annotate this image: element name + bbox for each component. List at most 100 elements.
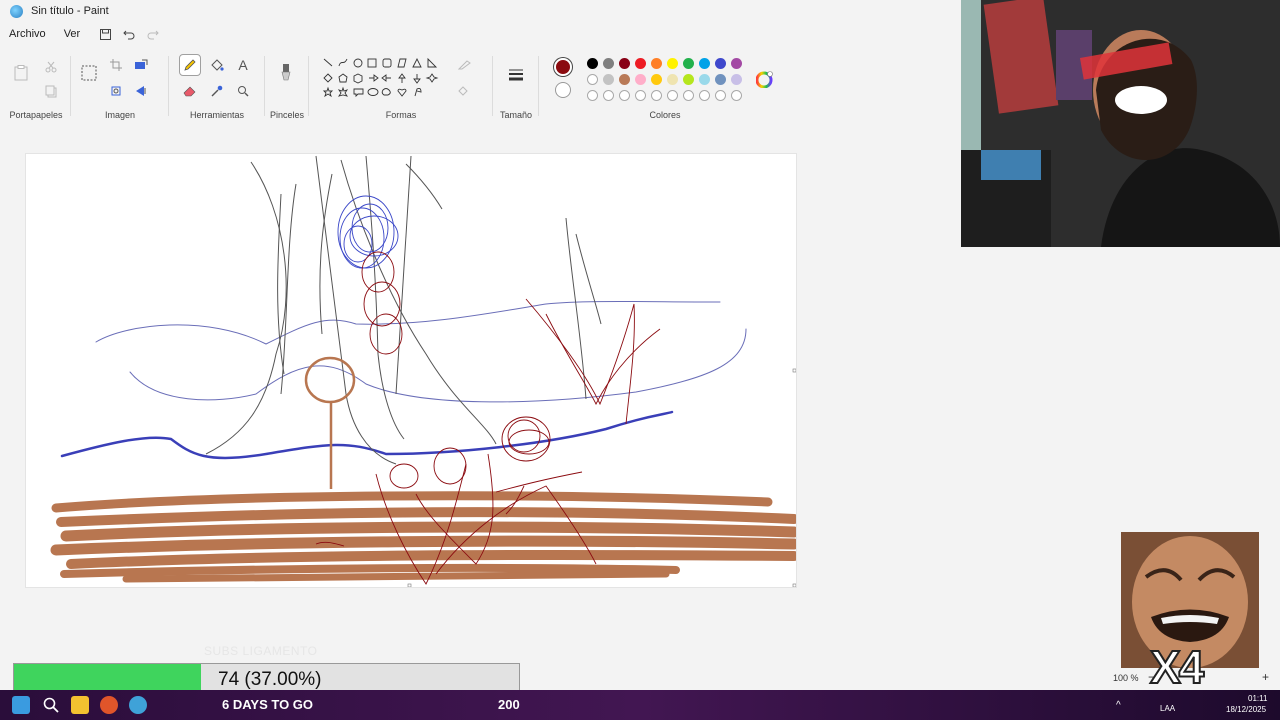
tray-time: 01:11 xyxy=(1248,694,1268,703)
color-swatch[interactable] xyxy=(699,74,710,85)
cut-icon[interactable] xyxy=(40,56,62,78)
fill-icon[interactable] xyxy=(206,54,228,76)
color-swatch[interactable] xyxy=(619,74,630,85)
color-swatch[interactable] xyxy=(603,58,614,69)
file-explorer-icon[interactable] xyxy=(71,696,89,714)
color-swatch[interactable] xyxy=(667,74,678,85)
zoom-in-icon[interactable]: + xyxy=(1262,670,1269,684)
paint-app-icon xyxy=(10,4,23,18)
undo-icon[interactable] xyxy=(121,26,137,42)
outline-icon[interactable] xyxy=(454,54,476,76)
text-icon[interactable]: A xyxy=(232,54,254,76)
image-group: Imagen xyxy=(72,48,168,124)
brushes-group: Pinceles xyxy=(266,48,308,124)
goal-count: 200 xyxy=(498,697,520,712)
brave-browser-icon[interactable] xyxy=(100,696,118,714)
windows-start-icon[interactable] xyxy=(12,696,30,714)
color-swatch[interactable] xyxy=(715,74,726,85)
menu-bar: Archivo Ver xyxy=(0,24,161,44)
brushes-label: Pinceles xyxy=(269,110,305,120)
window-title: Sin título - Paint xyxy=(31,5,109,17)
rotate-icon[interactable] xyxy=(130,80,152,102)
color-swatch[interactable] xyxy=(619,58,630,69)
colors-group: Colores xyxy=(540,48,790,124)
progress-text: 74 (37.00%) xyxy=(218,669,322,690)
shape-fill-icon[interactable] xyxy=(454,80,476,102)
secondary-color-swatch[interactable] xyxy=(555,82,571,98)
webcam-overlay xyxy=(961,0,1280,247)
shapes-group: Formas xyxy=(310,48,492,124)
color-swatch[interactable] xyxy=(667,58,678,69)
resize-icon[interactable] xyxy=(130,54,152,76)
color-swatch[interactable] xyxy=(683,90,694,101)
edit-colors-icon[interactable] xyxy=(754,68,776,90)
progress-fill xyxy=(14,664,201,693)
color-swatch[interactable] xyxy=(731,74,742,85)
save-icon[interactable] xyxy=(97,26,113,42)
color-swatch[interactable] xyxy=(651,58,662,69)
primary-color-swatch[interactable] xyxy=(554,58,572,76)
webcam-image xyxy=(961,0,1280,247)
search-icon[interactable] xyxy=(42,696,60,714)
color-swatch[interactable] xyxy=(619,90,630,101)
color-swatch[interactable] xyxy=(635,90,646,101)
eraser-icon[interactable] xyxy=(179,80,201,102)
redo-icon xyxy=(145,26,161,42)
color-swatch[interactable] xyxy=(699,90,710,101)
select-icon[interactable] xyxy=(78,62,100,84)
menu-file[interactable]: Archivo xyxy=(0,28,55,40)
tray-language[interactable]: LAA xyxy=(1160,704,1175,713)
color-swatch[interactable] xyxy=(587,90,598,101)
shapes-gallery[interactable] xyxy=(322,56,452,104)
brush-icon[interactable] xyxy=(275,62,297,84)
color-swatch[interactable] xyxy=(587,58,598,69)
color-swatch[interactable] xyxy=(635,74,646,85)
ribbon: Portapapeles Imagen A Herramientas Pince… xyxy=(0,48,960,124)
color-swatch[interactable] xyxy=(651,74,662,85)
color-swatch[interactable] xyxy=(699,58,710,69)
crop-icon[interactable] xyxy=(105,54,127,76)
size-label: Tamaño xyxy=(499,110,533,120)
image-rotate-icon[interactable] xyxy=(105,80,127,102)
color-swatch[interactable] xyxy=(651,90,662,101)
paste-icon[interactable] xyxy=(10,62,32,84)
color-swatch[interactable] xyxy=(715,90,726,101)
tools-label: Herramientas xyxy=(189,110,245,120)
drawing xyxy=(50,155,800,588)
color-swatch[interactable] xyxy=(603,90,614,101)
copy-icon[interactable] xyxy=(40,80,62,102)
tools-group: A Herramientas xyxy=(170,48,264,124)
color-swatch[interactable] xyxy=(731,90,742,101)
color-swatch[interactable] xyxy=(587,74,598,85)
clipboard-group: Portapapeles xyxy=(0,48,72,124)
taskbar: 6 DAYS TO GO 200 ^ LAA 01:11 18/12/2025 xyxy=(0,690,1280,720)
zoom-level: 100 % xyxy=(1113,673,1139,683)
countdown-text: 6 DAYS TO GO xyxy=(222,697,314,712)
tray-date: 18/12/2025 xyxy=(1226,705,1267,714)
canvas-area xyxy=(0,126,960,666)
clipboard-label: Portapapeles xyxy=(9,110,63,120)
color-swatch[interactable] xyxy=(731,58,742,69)
menu-view[interactable]: Ver xyxy=(55,28,90,40)
tray-chevron-icon[interactable]: ^ xyxy=(1116,700,1121,711)
meme-multiplier: X4 xyxy=(1149,640,1205,694)
drawing-canvas[interactable] xyxy=(26,154,800,588)
size-group: Tamaño xyxy=(494,48,538,124)
color-swatch[interactable] xyxy=(683,74,694,85)
paint-window: Sin título - Paint Archivo Ver Portapape… xyxy=(0,0,1280,690)
pencil-icon[interactable] xyxy=(179,54,201,76)
paint-taskbar-icon[interactable] xyxy=(129,696,147,714)
title-bar: Sin título - Paint xyxy=(0,0,960,22)
subs-label: SUBS LIGAMENTO xyxy=(204,644,318,658)
size-icon[interactable] xyxy=(505,64,527,86)
color-swatch[interactable] xyxy=(715,58,726,69)
image-label: Imagen xyxy=(104,110,136,120)
color-swatch[interactable] xyxy=(667,90,678,101)
shapes-label: Formas xyxy=(385,110,417,120)
color-swatch[interactable] xyxy=(683,58,694,69)
colors-label: Colores xyxy=(649,110,681,120)
color-picker-icon[interactable] xyxy=(206,80,228,102)
magnifier-icon[interactable] xyxy=(232,80,254,102)
color-swatch[interactable] xyxy=(635,58,646,69)
color-swatch[interactable] xyxy=(603,74,614,85)
